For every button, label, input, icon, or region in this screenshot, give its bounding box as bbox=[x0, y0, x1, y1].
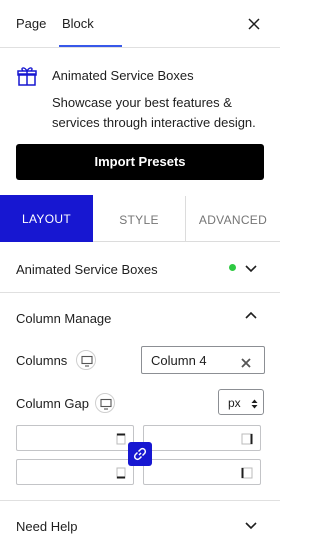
chevron-down-icon[interactable] bbox=[244, 261, 258, 275]
chevron-up-icon[interactable] bbox=[244, 309, 258, 323]
divider bbox=[0, 292, 280, 293]
side-right-icon bbox=[241, 433, 253, 445]
unit-select-value: px bbox=[228, 396, 241, 410]
side-left-icon bbox=[241, 467, 253, 479]
gap-top-input[interactable] bbox=[16, 425, 134, 451]
chevron-down-icon[interactable] bbox=[244, 518, 258, 532]
gap-bottom-input[interactable] bbox=[16, 459, 134, 485]
side-top-icon bbox=[116, 433, 126, 445]
block-description: Showcase your best features & services t… bbox=[52, 95, 256, 130]
side-bottom-icon bbox=[116, 467, 126, 479]
sidebar-header-tabs: Page Block bbox=[0, 0, 280, 48]
import-presets-button[interactable]: Import Presets bbox=[16, 144, 264, 180]
gap-left-input[interactable] bbox=[143, 459, 261, 485]
link-icon[interactable] bbox=[128, 442, 152, 466]
section-need-help-title[interactable]: Need Help bbox=[16, 519, 77, 534]
gap-right-input[interactable] bbox=[143, 425, 261, 451]
tab-style[interactable]: STYLE bbox=[93, 196, 186, 242]
columns-select-value: Column 4 bbox=[151, 353, 207, 368]
block-title: Animated Service Boxes bbox=[52, 68, 194, 83]
divider bbox=[0, 500, 280, 501]
close-icon[interactable] bbox=[244, 14, 264, 34]
columns-label: Columns bbox=[16, 353, 68, 368]
unit-select[interactable]: px bbox=[218, 389, 264, 415]
tab-layout[interactable]: LAYOUT bbox=[0, 195, 93, 242]
columns-select[interactable]: Column 4 bbox=[141, 346, 265, 374]
section-column-manage-title[interactable]: Column Manage bbox=[16, 311, 111, 326]
desktop-icon[interactable] bbox=[76, 350, 96, 370]
tab-advanced[interactable]: ADVANCED bbox=[186, 196, 280, 242]
sort-arrows-icon bbox=[251, 397, 258, 409]
clear-icon[interactable] bbox=[241, 355, 251, 368]
panel-tabs: LAYOUT STYLE ADVANCED bbox=[0, 195, 280, 242]
status-dot bbox=[229, 264, 236, 271]
gift-icon bbox=[16, 65, 38, 87]
column-gap-label: Column Gap bbox=[16, 396, 89, 411]
active-tab-indicator bbox=[59, 45, 122, 47]
tab-page[interactable]: Page bbox=[16, 0, 46, 48]
tab-block[interactable]: Block bbox=[62, 0, 94, 48]
desktop-icon[interactable] bbox=[95, 393, 115, 413]
section-animated-title[interactable]: Animated Service Boxes bbox=[16, 262, 158, 277]
